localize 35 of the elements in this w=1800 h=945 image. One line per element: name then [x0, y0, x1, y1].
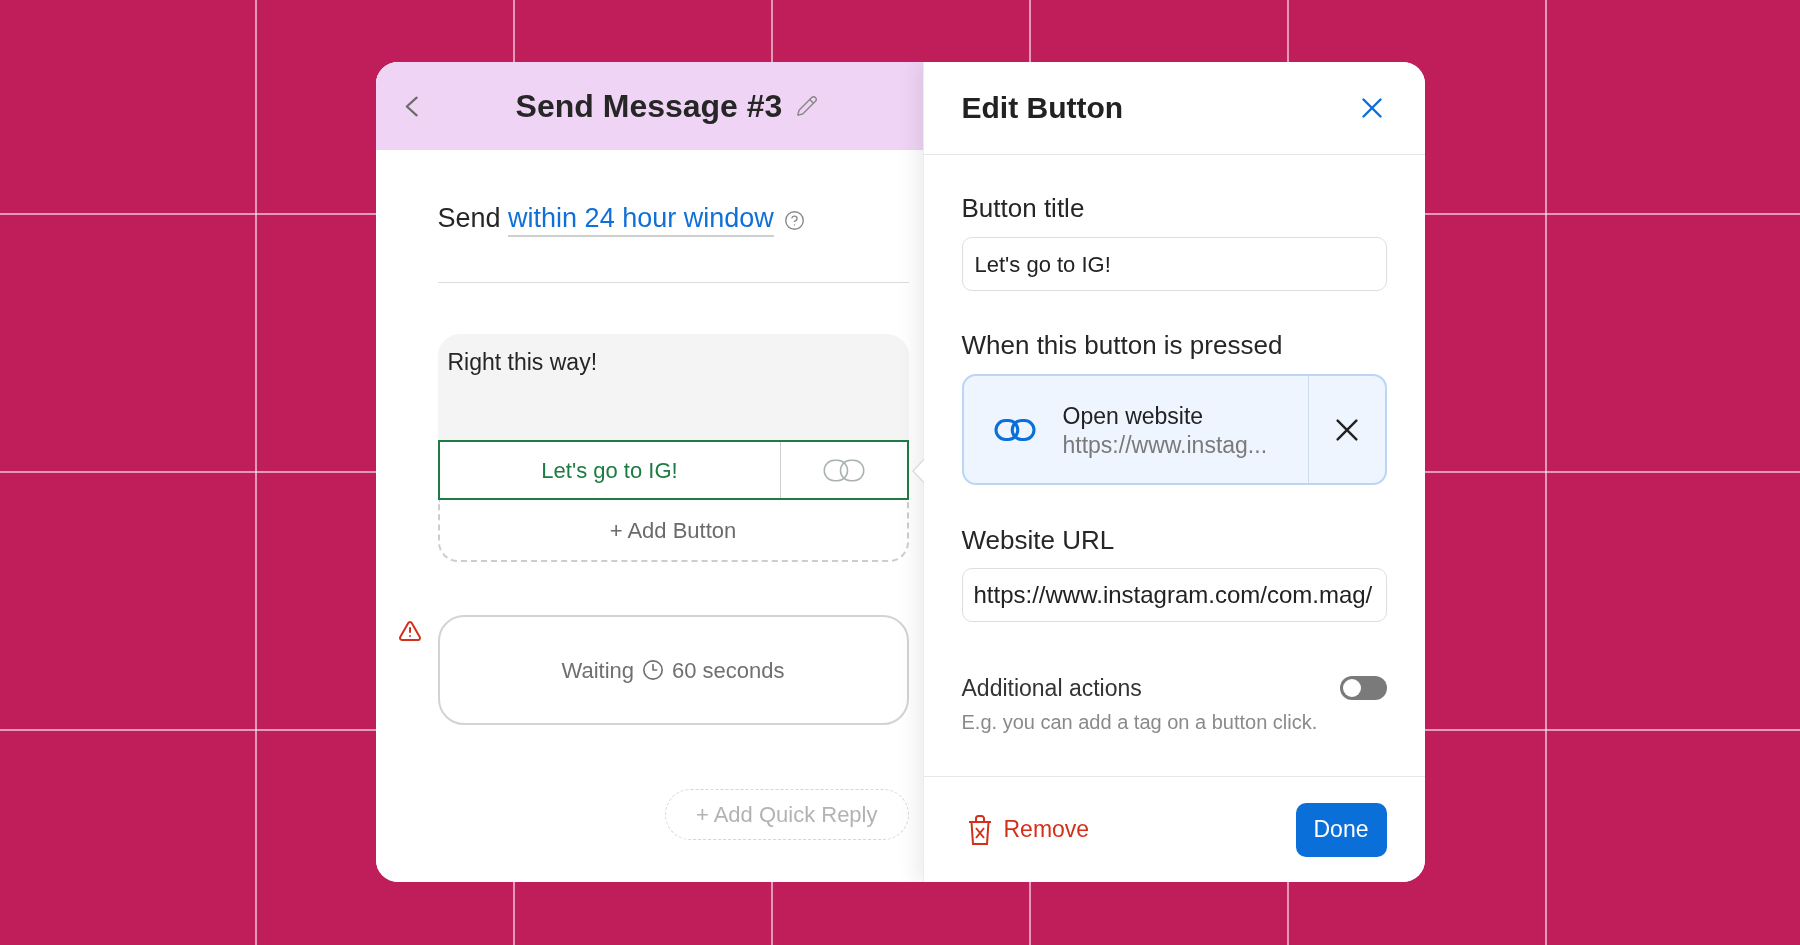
- additional-actions-hint: E.g. you can add a tag on a button click.: [961, 710, 1319, 734]
- panel-title: Edit Button: [961, 90, 1124, 126]
- remove-button[interactable]: Remove: [961, 812, 1090, 847]
- clock-icon: [642, 659, 664, 681]
- add-button-control[interactable]: + Add Button: [437, 500, 909, 562]
- help-icon[interactable]: [783, 209, 805, 231]
- trash-icon: [967, 814, 992, 845]
- action-title: Open website: [1062, 401, 1205, 431]
- additional-actions-toggle[interactable]: [1339, 676, 1387, 700]
- send-window-text: Send within 24 hour window: [437, 201, 774, 235]
- message-button[interactable]: Let's go to IG!: [437, 440, 909, 500]
- action-url: https://www.instag...: [1062, 430, 1268, 459]
- chevron-left-icon: [405, 95, 418, 117]
- rename-button[interactable]: [796, 95, 819, 117]
- field-label: When this button is pressed: [961, 329, 1284, 361]
- send-window-link[interactable]: within 24 hour window: [508, 203, 774, 237]
- message-title: Send Message #3: [515, 87, 783, 126]
- action-card[interactable]: Open website https://www.instag...: [961, 374, 1387, 485]
- pencil-icon: [796, 95, 819, 117]
- field-label: Button title: [961, 192, 1085, 224]
- field-label: Website URL: [961, 524, 1116, 556]
- button-title-field[interactable]: Let's go to IG!: [961, 237, 1387, 291]
- link-icon: [822, 458, 865, 482]
- website-url-field[interactable]: https://www.instagram.com/com.mag/: [961, 568, 1387, 622]
- close-icon: [1335, 418, 1358, 441]
- done-button[interactable]: Done: [1295, 802, 1387, 857]
- message-text: Right this way!: [447, 349, 598, 375]
- wait-duration: 60 seconds: [672, 656, 785, 685]
- wait-label: Waiting: [561, 656, 634, 685]
- close-icon: [1361, 98, 1382, 118]
- remove-action-button[interactable]: [1335, 418, 1358, 441]
- link-icon: [993, 417, 1036, 442]
- close-button[interactable]: [1360, 97, 1383, 119]
- additional-actions-label: Additional actions: [961, 674, 1142, 702]
- wait-step[interactable]: Waiting 60 seconds: [437, 615, 909, 725]
